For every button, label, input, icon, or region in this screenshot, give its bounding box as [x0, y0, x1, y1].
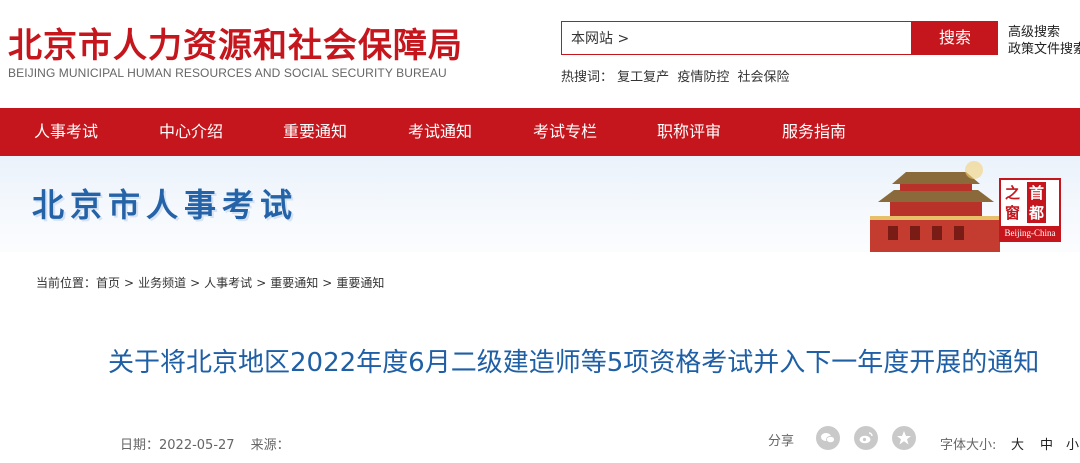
breadcrumb-item[interactable]: 重要通知 [336, 276, 384, 290]
date-label: 日期： [120, 438, 160, 453]
breadcrumb-label: 当前位置： [36, 276, 97, 290]
capital-seal-logo: 之 首 窗 都 Beijing-China [999, 178, 1061, 242]
site-subtitle: BEIJING MUNICIPAL HUMAN RESOURCES AND SO… [8, 66, 447, 80]
hot-word-link[interactable]: 社会保险 [737, 70, 789, 85]
share-label: 分享 [768, 434, 795, 449]
nav-item-exam[interactable]: 人事考试 [34, 108, 98, 156]
seal-char: 之 [1005, 184, 1021, 202]
site-title[interactable]: 北京市人力资源和社会保障局 [8, 18, 463, 67]
tiananmen-illustration [870, 161, 1000, 252]
article-title: 关于将北京地区2022年度6月二级建造师等5项资格考试并入下一年度开展的通知 [108, 348, 1040, 378]
policy-search-link[interactable]: 政策文件搜索 [1008, 41, 1080, 58]
breadcrumb-separator: > [322, 276, 333, 290]
nav-item-about[interactable]: 中心介绍 [159, 108, 223, 156]
weibo-icon[interactable] [854, 426, 878, 450]
breadcrumb: 当前位置：首页 > 业务频道 > 人事考试 > 重要通知 > 重要通知 [36, 274, 384, 291]
breadcrumb-item[interactable]: 业务频道 [138, 276, 186, 290]
breadcrumb-item[interactable]: 人事考试 [204, 276, 252, 290]
advanced-search-link[interactable]: 高级搜索 [1008, 24, 1080, 41]
article-meta: 日期：2022-05-27 来源： [120, 434, 290, 453]
seal-char: 首 [1027, 182, 1047, 203]
nav-item-title-review[interactable]: 职称评审 [657, 108, 721, 156]
search-button[interactable]: 搜索 [912, 21, 998, 55]
seal-char: 都 [1027, 202, 1047, 223]
search-scope-selector[interactable]: 本网站 > [571, 28, 629, 48]
font-size-medium-button[interactable]: 中 [1040, 434, 1053, 453]
font-size-small-button[interactable]: 小 [1066, 434, 1079, 453]
breadcrumb-separator: > [256, 276, 267, 290]
publish-date: 2022-05-27 [159, 438, 235, 453]
breadcrumb-separator: > [190, 276, 201, 290]
breadcrumb-item[interactable]: 重要通知 [270, 276, 318, 290]
hot-words: 热搜词： 复工复产 疫情防控 社会保险 [561, 66, 793, 85]
main-nav: 人事考试 中心介绍 重要通知 考试通知 考试专栏 职称评审 服务指南 [0, 108, 1080, 156]
nav-item-exam-notices[interactable]: 考试通知 [408, 108, 472, 156]
nav-item-service-guide[interactable]: 服务指南 [782, 108, 846, 156]
banner-title: 北京市人事考试 [32, 186, 299, 224]
seal-caption: Beijing-China [1001, 226, 1059, 240]
hot-word-link[interactable]: 疫情防控 [677, 70, 729, 85]
seal-char: 窗 [1005, 204, 1021, 222]
nav-item-exam-column[interactable]: 考试专栏 [533, 108, 597, 156]
banner: 北京市人事考试 之 首 窗 都 Beijing-China [0, 156, 1080, 252]
breadcrumb-separator: > [124, 276, 135, 290]
hot-word-link[interactable]: 复工复产 [617, 70, 669, 85]
search-input[interactable]: 本网站 > [561, 21, 912, 55]
font-size-label: 字体大小: [940, 438, 997, 453]
qzone-icon[interactable] [892, 426, 916, 450]
source-label: 来源： [250, 438, 290, 453]
hot-words-label: 热搜词： [561, 70, 614, 85]
nav-item-notices[interactable]: 重要通知 [283, 108, 347, 156]
font-size-large-button[interactable]: 大 [1011, 434, 1024, 453]
wechat-icon[interactable] [816, 426, 840, 450]
breadcrumb-item[interactable]: 首页 [96, 276, 120, 290]
